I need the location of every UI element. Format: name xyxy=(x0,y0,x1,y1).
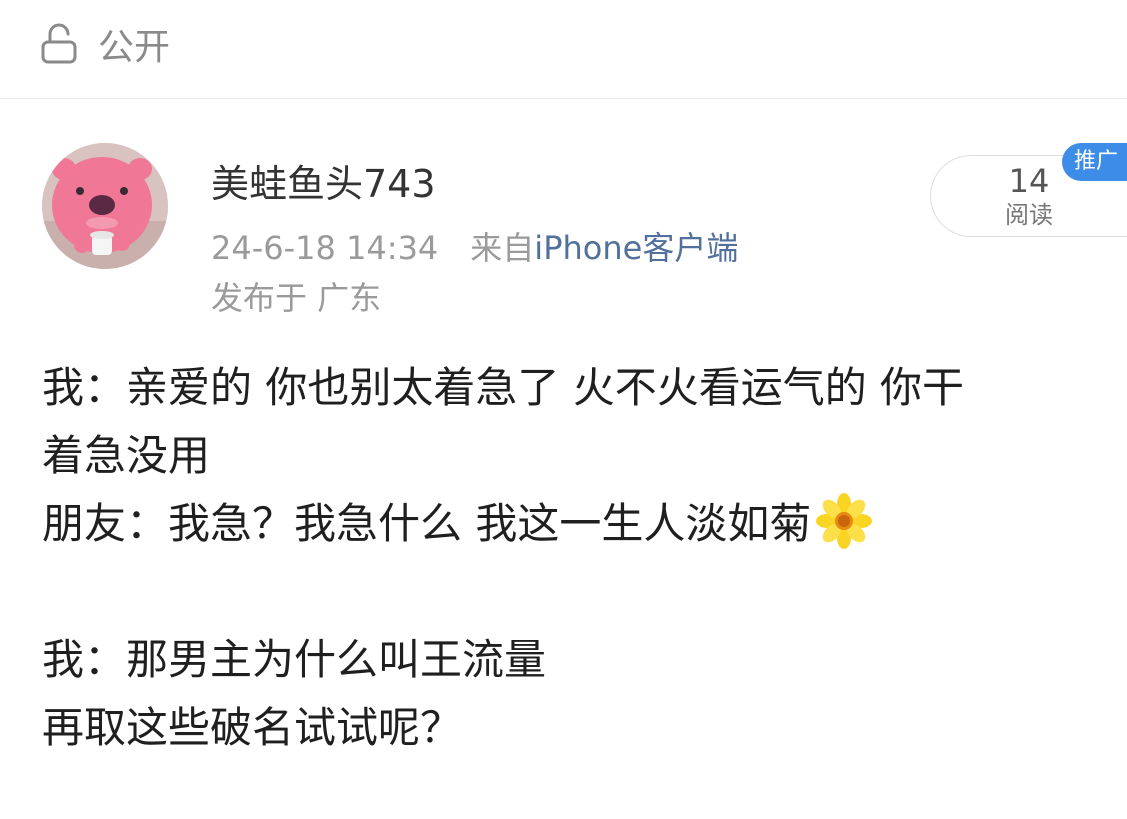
post-timestamp: 24-6-18 14:34 xyxy=(211,229,439,267)
post-line-text: 朋友：我急？我急什么 我这一生人淡如菊 xyxy=(42,499,812,548)
author-name[interactable]: 美蛙鱼头743 xyxy=(211,160,436,208)
post-line-blank xyxy=(42,558,1117,626)
post-location: 发布于 广东 xyxy=(211,279,382,317)
post-detail-page: 公开 美蛙鱼头743 24-6-18 14:34 来自iPhone客户端 发布于… xyxy=(0,0,1127,819)
promo-badge[interactable]: 推广 xyxy=(1062,143,1127,181)
post-body: 我：亲爱的 你也别太着急了 火不火看运气的 你干 着急没用 朋友：我急？我急什么… xyxy=(42,354,1117,762)
sunflower-emoji-icon xyxy=(816,493,873,549)
source-link[interactable]: iPhone客户端 xyxy=(534,229,738,267)
avatar[interactable] xyxy=(42,143,168,269)
post-line: 再取这些破名试试呢？ xyxy=(42,703,463,752)
post-line: 我：亲爱的 你也别太着急了 火不火看运气的 你干 xyxy=(42,363,965,412)
visibility-bar[interactable]: 公开 xyxy=(0,0,1127,99)
post-line: 我：那男主为什么叫王流量 xyxy=(42,635,547,684)
read-label: 阅读 xyxy=(1005,201,1053,229)
post-meta: 24-6-18 14:34 来自iPhone客户端 xyxy=(211,226,738,270)
pink-beaver-avatar-icon xyxy=(42,143,168,269)
source-prefix: 来自 xyxy=(470,229,535,267)
post-line: 着急没用 xyxy=(42,431,211,480)
visibility-label: 公开 xyxy=(98,27,171,68)
lock-icon xyxy=(41,23,77,64)
post-line-with-emoji: 朋友：我急？我急什么 我这一生人淡如菊 xyxy=(42,490,1117,558)
